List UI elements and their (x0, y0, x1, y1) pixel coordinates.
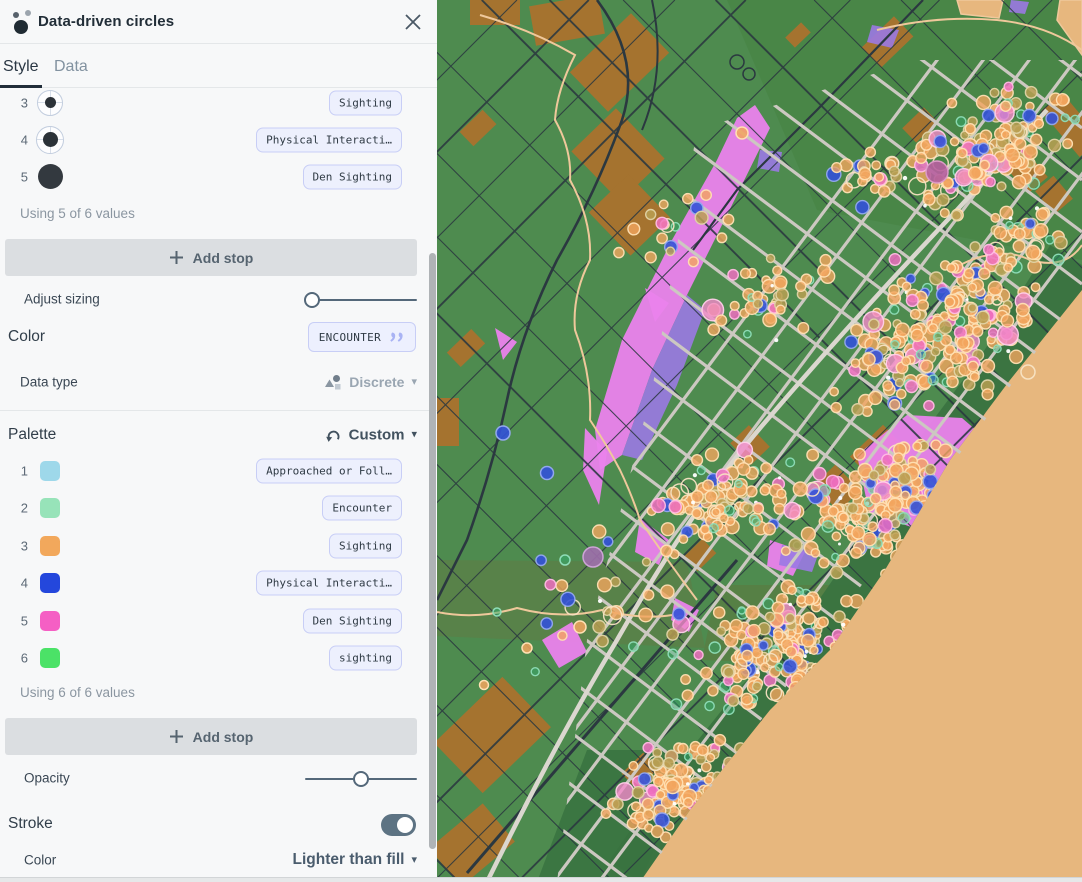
value-badge[interactable]: Physical Interacti… (256, 127, 402, 152)
value-badge[interactable]: Sighting (329, 90, 402, 115)
caret-down-icon: ▾ (411, 430, 417, 441)
value-badge[interactable]: Den Sighting (303, 608, 402, 633)
value-badge[interactable]: sighting (329, 645, 402, 670)
color-swatch[interactable] (40, 536, 60, 556)
color-swatch[interactable] (40, 573, 60, 593)
size-stop-circle-icon[interactable] (36, 89, 64, 117)
stop-index: 3 (8, 538, 28, 553)
stop-index: 5 (8, 169, 28, 184)
style-panel: Data-driven circles Style Data 3 Sightin… (0, 0, 437, 882)
adjust-sizing-slider[interactable] (305, 299, 417, 301)
plus-icon (169, 729, 184, 744)
stroke-color-row: Color Lighter than fill ▾ (0, 848, 437, 872)
add-stop-label: Add stop (193, 250, 254, 266)
size-stop-row: 4 Physical Interacti… (0, 121, 437, 158)
value-badge[interactable]: Den Sighting (303, 164, 402, 189)
stop-index: 6 (8, 650, 28, 665)
palette-stop-row: 5 Den Sighting (0, 602, 437, 639)
section-divider (0, 410, 437, 411)
opacity-label: Opacity (24, 771, 70, 786)
size-stop-circle-icon[interactable] (36, 126, 64, 154)
color-swatch[interactable] (40, 611, 60, 631)
panel-title: Data-driven circles (38, 13, 174, 30)
stop-index: 1 (8, 463, 28, 478)
data-driven-circles-icon (10, 9, 36, 35)
palette-dropdown[interactable]: Custom ▾ (325, 427, 417, 444)
data-type-value: Discrete (349, 374, 404, 390)
palette-stop-row: 4 Physical Interacti… (0, 564, 437, 601)
panel-scrollbar[interactable] (429, 253, 436, 849)
palette-stop-row: 2 Encounter (0, 489, 437, 526)
chip-label: ENCOUNTER (319, 331, 381, 344)
add-stop-label: Add stop (193, 729, 254, 745)
adjust-sizing-row: Adjust sizing (0, 287, 437, 311)
close-icon[interactable] (403, 12, 423, 32)
quote-icon (389, 332, 405, 343)
palette-stop-row: 1 Approached or Foll… (0, 452, 437, 489)
opacity-slider[interactable] (305, 778, 417, 780)
value-badge[interactable]: Encounter (322, 495, 402, 520)
add-color-stop-button[interactable]: Add stop (5, 718, 417, 755)
map-canvas[interactable] (437, 0, 1082, 882)
stroke-section-header: Stroke (8, 815, 53, 833)
toggle-knob (397, 817, 413, 833)
size-stop-row: 5 Den Sighting (0, 158, 437, 195)
stop-index: 3 (8, 95, 28, 110)
color-swatch[interactable] (40, 461, 60, 481)
stop-index: 4 (8, 132, 28, 147)
stroke-color-label: Color (24, 853, 56, 868)
slider-handle[interactable] (304, 292, 320, 308)
undo-icon (325, 427, 342, 443)
add-size-stop-button[interactable]: Add stop (5, 239, 417, 276)
value-badge[interactable]: Approached or Foll… (256, 458, 402, 483)
data-type-dropdown[interactable]: Discrete ▾ (324, 374, 417, 390)
panel-header: Data-driven circles (0, 0, 437, 44)
palette-usage-text: Using 6 of 6 values (20, 685, 135, 700)
palette-stop-row: 6 sighting (0, 639, 437, 676)
color-swatch[interactable] (40, 648, 60, 668)
size-stop-row: 3 Sighting (0, 84, 437, 121)
color-swatch[interactable] (40, 498, 60, 518)
slider-handle[interactable] (353, 771, 369, 787)
size-usage-text: Using 5 of 6 values (20, 206, 135, 221)
stroke-color-value: Lighter than fill (293, 851, 405, 869)
adjust-sizing-label: Adjust sizing (24, 292, 100, 307)
size-stop-circle-icon[interactable] (36, 163, 64, 191)
color-field-chip[interactable]: ENCOUNTER (308, 322, 416, 352)
palette-value: Custom (349, 427, 405, 444)
opacity-row: Opacity (0, 766, 437, 790)
palette-stop-row: 3 Sighting (0, 527, 437, 564)
stop-index: 5 (8, 613, 28, 628)
stroke-color-dropdown[interactable]: Lighter than fill ▾ (293, 851, 417, 869)
value-badge[interactable]: Sighting (329, 533, 402, 558)
stroke-toggle[interactable] (381, 814, 416, 836)
caret-down-icon: ▾ (411, 855, 417, 866)
stop-index: 4 (8, 575, 28, 590)
plus-icon (169, 250, 184, 265)
shapes-icon (324, 374, 342, 390)
value-badge[interactable]: Physical Interacti… (256, 570, 402, 595)
data-type-row: Data type Discrete ▾ (0, 370, 437, 394)
bottom-strip (0, 877, 1082, 882)
data-type-label: Data type (20, 375, 78, 390)
tab-data[interactable]: Data (54, 44, 88, 87)
caret-down-icon: ▾ (411, 377, 417, 388)
palette-label: Palette (8, 426, 56, 444)
palette-row: Palette Custom ▾ (0, 422, 437, 448)
panel-tabs: Style Data (0, 44, 437, 88)
color-section-header: Color (8, 328, 45, 346)
map-svg (437, 0, 1082, 882)
stop-index: 2 (8, 500, 28, 515)
tab-style[interactable]: Style (3, 44, 39, 87)
